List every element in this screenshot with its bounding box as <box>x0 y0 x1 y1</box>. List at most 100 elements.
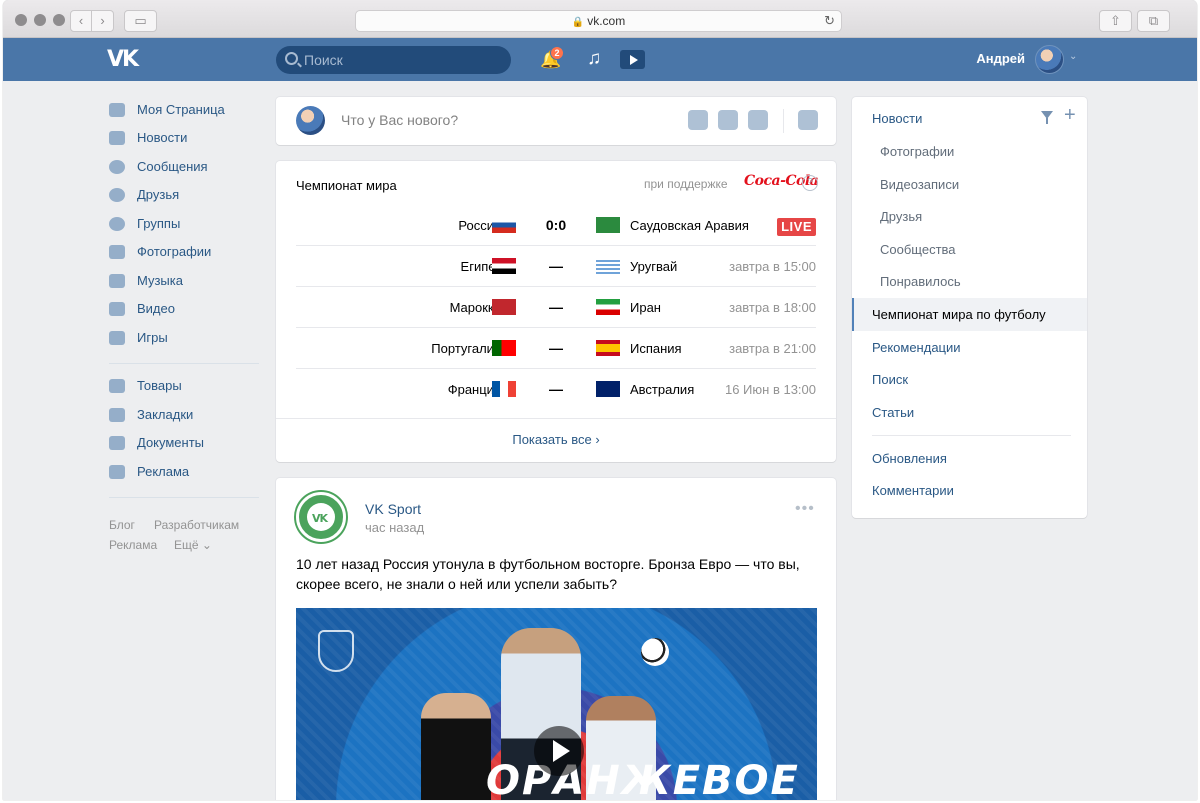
sidebar-item-label: Фотографии <box>137 244 212 259</box>
chevron-down-icon[interactable]: ⌄ <box>1069 51 1077 62</box>
vk-logo-icon: VK <box>312 512 328 525</box>
match-score: 0:0 <box>545 217 567 233</box>
divider <box>783 109 784 133</box>
vk-header: VK 🔔 2 ♫ Андрей ⌄ <box>3 38 1197 81</box>
away-team: Испания <box>630 341 682 356</box>
sidebar-item-groups[interactable]: Группы <box>107 212 259 236</box>
home-team: Португалия <box>431 341 501 356</box>
address-bar[interactable]: 🔒 vk.com ↻ <box>355 10 842 32</box>
footer-link-developers[interactable]: Разработчикам <box>154 518 239 532</box>
video-player-icon[interactable] <box>620 50 645 69</box>
sidebar-item-games[interactable]: Игры <box>107 326 259 350</box>
menu-item-comments[interactable]: Комментарии <box>852 474 1087 507</box>
music-icon[interactable]: ♫ <box>587 48 607 70</box>
menu-item-videos[interactable]: Видеозаписи <box>852 168 1087 201</box>
post-author[interactable]: VK Sport <box>365 501 421 517</box>
news-icon <box>109 131 125 145</box>
search-input[interactable] <box>304 46 504 74</box>
tabs-button[interactable]: ⧉ <box>1137 10 1170 32</box>
match-score: — <box>549 258 563 274</box>
back-button[interactable]: ‹ <box>70 10 92 32</box>
menu-item-communities[interactable]: Сообщества <box>852 233 1087 266</box>
forward-button[interactable]: › <box>92 10 114 32</box>
match-row[interactable]: Марокко — Иран завтра в 18:00 <box>296 287 816 328</box>
sidebar-item-label: Новости <box>137 130 188 145</box>
sidebar-item-video[interactable]: Видео <box>107 297 259 321</box>
match-row[interactable]: Египет — Уругвай завтра в 15:00 <box>296 246 816 287</box>
sidebar-item-friends[interactable]: Друзья <box>107 183 259 207</box>
close-window-button[interactable] <box>15 14 27 26</box>
notifications-badge: 2 <box>550 46 564 60</box>
camera-icon[interactable] <box>688 110 708 130</box>
filter-icon[interactable] <box>1041 111 1053 124</box>
share-button[interactable]: ⇧ <box>1099 10 1132 32</box>
user-name[interactable]: Андрей <box>943 51 1025 66</box>
sidebar-item-label: Закладки <box>137 407 194 422</box>
sidebar-item-music[interactable]: Музыка <box>107 269 259 293</box>
vk-logo[interactable]: VK <box>107 49 143 71</box>
music-note-icon[interactable] <box>748 110 768 130</box>
plus-icon[interactable]: + <box>1064 105 1076 125</box>
sidebar-item-label: Музыка <box>137 273 183 288</box>
sidebar-item-my-page[interactable]: Моя Страница <box>107 98 259 122</box>
play-icon[interactable] <box>534 726 584 776</box>
menu-item-photos[interactable]: Фотографии <box>852 135 1087 168</box>
eagle-emblem-icon <box>318 630 354 672</box>
sidebar-item-messages[interactable]: Сообщения <box>107 155 259 179</box>
sidebar-item-ads[interactable]: Реклама <box>107 460 259 484</box>
composer-placeholder[interactable]: Что у Вас нового? <box>341 112 458 128</box>
coach-figure <box>421 693 491 800</box>
away-team: Саудовская Аравия <box>630 218 749 233</box>
news-filter-menu: Новости + Фотографии Видеозаписи Друзья … <box>852 97 1087 518</box>
menu-item-updates[interactable]: Обновления <box>852 442 1087 475</box>
menu-item-search[interactable]: Поиск <box>852 363 1087 396</box>
portugal-flag-icon <box>492 340 516 356</box>
morocco-flag-icon <box>492 299 516 315</box>
match-row[interactable]: Россия 0:0 Саудовская Аравия LIVE <box>296 205 816 246</box>
sidebar-item-news[interactable]: Новости <box>107 126 259 150</box>
post-time[interactable]: час назад <box>365 520 424 535</box>
sidebar-toggle-button[interactable]: ▭ <box>124 10 157 32</box>
menu-item-articles[interactable]: Статьи <box>852 396 1087 429</box>
footer-link-blog[interactable]: Блог <box>109 518 135 532</box>
more-icon[interactable]: ••• <box>795 500 815 518</box>
search-box[interactable] <box>276 46 511 74</box>
match-row[interactable]: Франция — Австралия 16 Июн в 13:00 <box>296 369 816 410</box>
match-row[interactable]: Португалия — Испания завтра в 21:00 <box>296 328 816 369</box>
avatar <box>296 106 325 135</box>
sidebar-item-documents[interactable]: Документы <box>107 431 259 455</box>
search-icon <box>285 52 298 65</box>
post-composer[interactable]: Что у Вас нового? <box>276 97 836 145</box>
sidebar-item-label: Товары <box>137 378 182 393</box>
menu-item-worldcup[interactable]: Чемпионат мира по футболу <box>852 298 1087 331</box>
browser-toolbar: ‹ › ▭ 🔒 vk.com ↻ ⇧ ⧉ <box>3 0 1197 38</box>
uruguay-flag-icon <box>596 258 620 274</box>
sidebar-item-label: Игры <box>137 330 168 345</box>
menu-item-liked[interactable]: Понравилось <box>852 265 1087 298</box>
minimize-window-button[interactable] <box>34 14 46 26</box>
zoom-window-button[interactable] <box>53 14 65 26</box>
post-video-preview[interactable]: ОРАНЖЕВОЕ <box>296 608 817 800</box>
help-icon[interactable]: ? <box>802 175 818 191</box>
bag-icon <box>109 379 125 393</box>
text-format-icon[interactable] <box>798 110 818 130</box>
sidebar-item-bookmarks[interactable]: Закладки <box>107 403 259 427</box>
saudi-flag-icon <box>596 217 620 233</box>
avatar[interactable] <box>1035 45 1064 74</box>
match-score: — <box>549 299 563 315</box>
reload-icon[interactable]: ↻ <box>824 11 835 31</box>
sidebar-item-goods[interactable]: Товары <box>107 374 259 398</box>
star-icon <box>109 408 125 422</box>
show-all-link[interactable]: Показать все › <box>276 418 836 462</box>
film-icon[interactable] <box>718 110 738 130</box>
egypt-flag-icon <box>492 258 516 274</box>
menu-item-recommendations[interactable]: Рекомендации <box>852 331 1087 364</box>
browser-window: ‹ › ▭ 🔒vk.com ↻ ⇧ ⧉ VK 🔔 2 ♫ Андрей ⌄ Мо… <box>3 0 1197 800</box>
divider <box>109 363 259 364</box>
vk-sport-avatar[interactable]: VK <box>296 492 346 542</box>
menu-item-friends[interactable]: Друзья <box>852 200 1087 233</box>
megaphone-icon <box>109 465 125 479</box>
sidebar-item-photos[interactable]: Фотографии <box>107 240 259 264</box>
footer-link-ads[interactable]: Реклама <box>109 538 157 552</box>
footer-link-more[interactable]: Ещё ⌄ <box>174 538 212 552</box>
